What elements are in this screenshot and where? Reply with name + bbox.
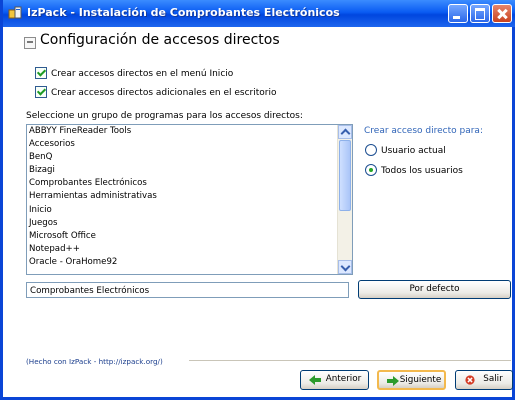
exit-label: Salir xyxy=(483,374,503,384)
title-bar[interactable]: IzPack - Instalación de Comprobantes Ele… xyxy=(3,0,515,27)
forward-arrow-icon xyxy=(387,376,399,386)
start-menu-shortcut-option[interactable]: Crear accesos directos en el menú Inicio xyxy=(35,67,233,79)
list-item[interactable]: Bizagi xyxy=(27,164,352,177)
list-scrollbar[interactable] xyxy=(337,125,352,274)
all-users-label: Todos los usuarios xyxy=(381,166,463,176)
program-group-input[interactable]: Comprobantes Electrónicos xyxy=(26,282,349,298)
window-title: IzPack - Instalación de Comprobantes Ele… xyxy=(27,6,340,19)
list-item[interactable]: Oracle - OraHome92 xyxy=(27,256,352,269)
exit-icon xyxy=(465,375,475,385)
program-group-list[interactable]: ABBYY FineReader Tools Accesorios BenQ B… xyxy=(26,124,353,275)
desktop-shortcut-option[interactable]: Crear accesos directos adicionales en el… xyxy=(35,86,277,98)
previous-button[interactable]: Anterior xyxy=(300,370,369,390)
all-users-option[interactable]: Todos los usuarios xyxy=(365,164,463,176)
radio-button-icon[interactable] xyxy=(365,164,377,176)
scroll-down-icon[interactable] xyxy=(338,260,352,274)
izpack-credit: (Hecho con IzPack - http://izpack.org/) xyxy=(26,357,167,366)
current-user-option[interactable]: Usuario actual xyxy=(365,144,446,156)
installer-window: IzPack - Instalación de Comprobantes Ele… xyxy=(0,0,515,400)
list-item[interactable]: ABBYY FineReader Tools xyxy=(27,125,352,138)
footer-divider xyxy=(189,360,511,361)
list-item[interactable]: Notepad++ xyxy=(27,243,352,256)
list-item[interactable]: Inicio xyxy=(27,204,352,217)
shortcut-target-label: Crear acceso directo para: xyxy=(364,126,483,136)
list-item[interactable]: Microsoft Office xyxy=(27,230,352,243)
application-icon xyxy=(8,6,22,19)
list-item[interactable]: Comprobantes Electrónicos xyxy=(27,177,352,190)
scroll-up-icon[interactable] xyxy=(338,125,352,139)
shortcut-config-icon xyxy=(24,37,36,49)
start-menu-shortcut-label: Crear accesos directos en el menú Inicio xyxy=(51,69,234,79)
close-icon[interactable] xyxy=(492,4,512,23)
scroll-thumb[interactable] xyxy=(339,140,351,211)
minimize-icon[interactable] xyxy=(448,4,468,23)
list-item[interactable]: Juegos xyxy=(27,217,352,230)
next-label: Siguiente xyxy=(399,375,442,385)
page-title: Configuración de accesos directos xyxy=(40,32,280,48)
default-button[interactable]: Por defecto xyxy=(358,280,511,299)
list-item[interactable]: Accesorios xyxy=(27,138,352,151)
current-user-label: Usuario actual xyxy=(381,146,446,156)
radio-button-icon[interactable] xyxy=(365,144,377,156)
back-arrow-icon xyxy=(309,375,321,385)
desktop-shortcut-label: Crear accesos directos adicionales en el… xyxy=(51,88,277,98)
previous-label: Anterior xyxy=(325,374,362,384)
checkbox-icon[interactable] xyxy=(35,67,47,79)
list-item[interactable]: BenQ xyxy=(27,151,352,164)
checkbox-icon[interactable] xyxy=(35,86,47,98)
exit-button[interactable]: Salir xyxy=(455,370,513,390)
installer-panel: Configuración de accesos directos Crear … xyxy=(3,27,513,397)
program-group-label: Seleccione un grupo de programas para lo… xyxy=(26,111,303,121)
maximize-icon[interactable] xyxy=(470,4,490,23)
list-item[interactable]: Herramientas administrativas xyxy=(27,190,352,203)
next-button[interactable]: Siguiente xyxy=(377,370,446,390)
